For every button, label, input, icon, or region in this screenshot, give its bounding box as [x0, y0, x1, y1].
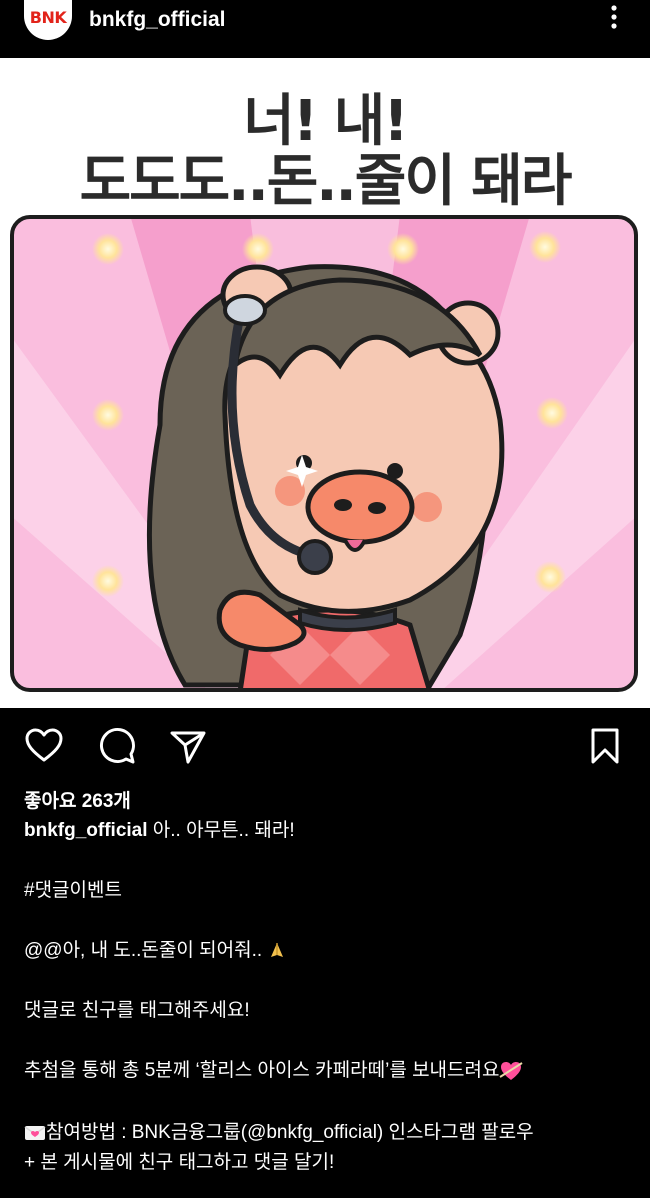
caption-line-6: 참여방법 : BNK금융그룹(@bnkfg_official) 인스타그램 팔로… — [24, 1119, 624, 1147]
send-icon[interactable] — [168, 726, 208, 766]
caption-line-5: 추첨을 통해 총 5분께 ‘할리스 아이스 카페라떼’를 보내드려요 — [24, 1057, 624, 1085]
caption-hashtag[interactable]: #댓글이벤트 — [24, 877, 624, 905]
praying-hands-icon — [271, 942, 284, 957]
caption-line-1: bnkfg_official 아.. 아무튼.. 돼라! — [24, 817, 624, 845]
avatar-logo-text: BNK — [29, 8, 67, 27]
post-image[interactable]: 너! 내! 도도도..돈..줄이 돼라 — [0, 58, 650, 708]
love-letter-icon — [24, 1125, 46, 1140]
caption-line-3: @@아, 내 도..돈줄이 되어줘.. — [24, 937, 624, 965]
caption-text-6: 참여방법 : BNK금융그룹(@bnkfg_official) 인스타그램 팔로… — [46, 1122, 534, 1143]
more-options-icon[interactable] — [604, 2, 624, 34]
caption-username[interactable]: bnkfg_official — [24, 820, 148, 841]
comment-icon[interactable] — [97, 726, 137, 766]
username[interactable]: bnkfg_official — [89, 8, 226, 32]
image-headline-line2: 도도도..돈..줄이 돼라 — [79, 149, 573, 214]
caption-text-5: 추첨을 통해 총 5분께 ‘할리스 아이스 카페라떼’를 보내드려요 — [24, 1060, 500, 1081]
heart-icon[interactable] — [24, 726, 64, 766]
caption-text: 아.. 아무튼.. 돼라! — [147, 820, 295, 841]
caption-line-4: 댓글로 친구를 태그해주세요! — [24, 1000, 250, 1021]
post-header: BNK bnkfg_official — [0, 0, 650, 58]
heart-with-arrow-icon — [499, 1061, 524, 1080]
caption-text-3: @@아, 내 도..돈줄이 되어줘.. — [24, 940, 268, 961]
caption-line-7: + 본 게시물에 친구 태그하고 댓글 달기! — [24, 1152, 335, 1173]
likes-count[interactable]: 좋아요 263개 — [24, 786, 131, 813]
pig-character-illustration — [10, 215, 638, 692]
avatar[interactable]: BNK — [24, 0, 72, 40]
bookmark-icon[interactable] — [585, 726, 625, 766]
post-action-bar — [0, 720, 650, 776]
